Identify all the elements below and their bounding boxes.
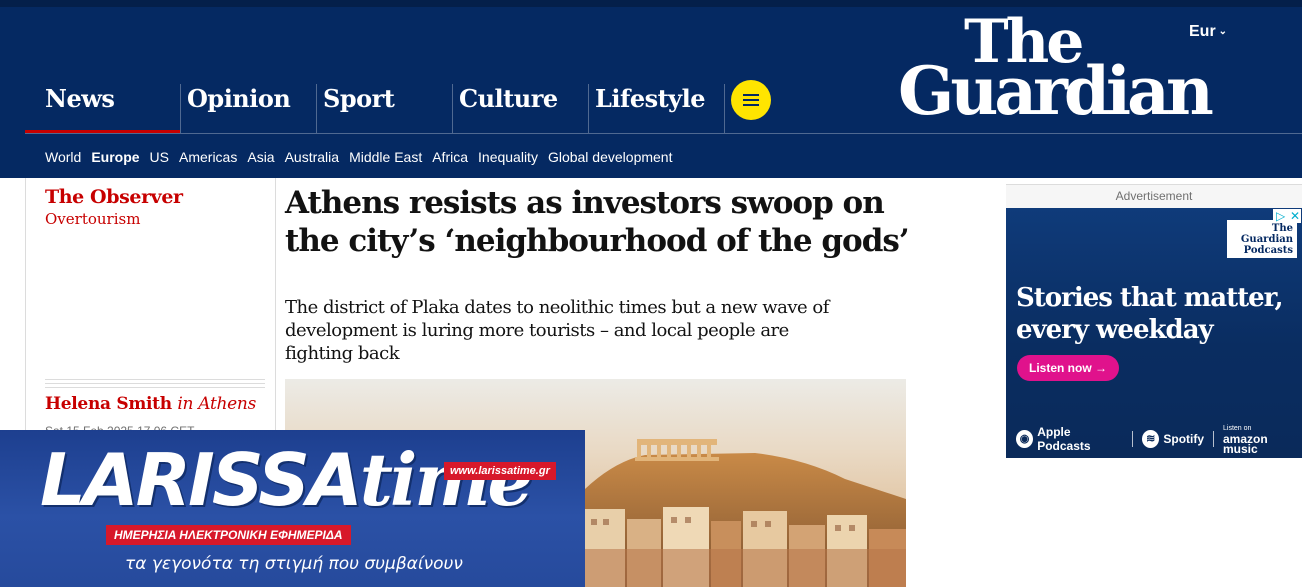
pillar-lifestyle[interactable]: Lifestyle bbox=[588, 84, 724, 134]
subnav-global-development[interactable]: Global development bbox=[548, 149, 673, 165]
article-headline: Athens resists as investors swoop on the… bbox=[285, 185, 910, 259]
top-strip bbox=[0, 0, 1302, 7]
subnav-middle-east[interactable]: Middle East bbox=[349, 149, 422, 165]
pillar-culture[interactable]: Culture bbox=[452, 84, 588, 134]
pillar-divider bbox=[724, 84, 725, 134]
byline-rule bbox=[45, 379, 265, 388]
nav-divider bbox=[25, 133, 1302, 134]
larissatime-banner[interactable]: LARISSAtime www.larissatime.gr ΗΜΕΡΗΣΙΑ … bbox=[0, 430, 585, 587]
advertisement-label: Advertisement bbox=[1006, 184, 1302, 208]
listen-now-button[interactable]: Listen now → bbox=[1017, 355, 1119, 381]
apple-podcasts-icon: ◉ bbox=[1016, 430, 1034, 448]
platform-separator bbox=[1213, 431, 1214, 447]
pillar-sport-label: Sport bbox=[323, 84, 395, 113]
pillar-culture-label: Culture bbox=[459, 84, 558, 113]
spotify-icon: ≋ bbox=[1142, 430, 1160, 448]
pillar-lifestyle-label: Lifestyle bbox=[595, 84, 706, 113]
amazon-music-label: amazon music bbox=[1223, 432, 1268, 456]
spotify-label[interactable]: Spotify bbox=[1163, 432, 1204, 446]
ad-headline: Stories that matter, every weekday bbox=[1016, 283, 1284, 345]
ad-choices-icon: ▷ bbox=[1276, 209, 1286, 223]
byline-name: Helena Smith bbox=[45, 394, 172, 414]
byline[interactable]: Helena Smith in Athens bbox=[45, 394, 256, 414]
pillar-opinion[interactable]: Opinion bbox=[180, 84, 316, 134]
pillar-sport[interactable]: Sport bbox=[316, 84, 452, 134]
subnav-americas[interactable]: Americas bbox=[179, 149, 237, 165]
ad-choices[interactable]: ▷ ✕ bbox=[1273, 209, 1301, 223]
subnav-asia[interactable]: Asia bbox=[247, 149, 274, 165]
guardian-podcasts-logo: The Guardian Podcasts bbox=[1227, 220, 1297, 258]
ad-logo-line-2: Guardian bbox=[1240, 234, 1293, 245]
subnav-europe[interactable]: Europe bbox=[91, 149, 139, 165]
subnav-africa[interactable]: Africa bbox=[432, 149, 468, 165]
subnav-australia[interactable]: Australia bbox=[285, 149, 339, 165]
subnav-world[interactable]: World bbox=[45, 149, 81, 165]
ad-logo-line-3: Podcasts bbox=[1243, 245, 1293, 256]
close-icon[interactable]: ✕ bbox=[1290, 209, 1300, 223]
platform-separator bbox=[1132, 431, 1134, 447]
larissatime-strip: ΗΜΕΡΗΣΙΑ ΗΛΕΚΤΡΟΝΙΚΗ ΕΦΗΜΕΡΙΔΑ bbox=[106, 525, 351, 545]
article-standfirst: The district of Plaka dates to neolithic… bbox=[285, 297, 829, 364]
guardian-logo[interactable]: The Guardian bbox=[898, 10, 1228, 128]
menu-button[interactable] bbox=[731, 80, 771, 120]
podcast-ad[interactable]: The Guardian Podcasts Stories that matte… bbox=[1006, 208, 1302, 458]
pillar-news[interactable]: News bbox=[25, 84, 180, 134]
larissatime-logo: LARISSAtime bbox=[40, 444, 533, 517]
byline-location: in Athens bbox=[177, 394, 256, 414]
larissatime-logo-text-a: LARISSA bbox=[40, 438, 363, 522]
podcast-platforms: ◉ Apple Podcasts ≋ Spotify Listen on ama… bbox=[1016, 424, 1302, 456]
ad-logo-line-1: The bbox=[1271, 223, 1293, 234]
amazon-music-link[interactable]: Listen on amazon music bbox=[1223, 424, 1302, 456]
pillar-news-label: News bbox=[45, 84, 115, 113]
pillar-opinion-label: Opinion bbox=[187, 84, 291, 113]
larissatime-tagline: τα γεγονότα τη στιγμή που συμβαίνουν bbox=[125, 554, 463, 574]
apple-podcasts-label[interactable]: Apple Podcasts bbox=[1037, 425, 1123, 453]
larissatime-url: www.larissatime.gr bbox=[444, 462, 556, 480]
masthead: Eur ⌄ The Guardian News Opinion Sport Cul… bbox=[0, 0, 1302, 178]
subnav-us[interactable]: US bbox=[150, 149, 169, 165]
series-title[interactable]: The Observer bbox=[45, 186, 183, 208]
subnav-inequality[interactable]: Inequality bbox=[478, 149, 538, 165]
sub-nav: World Europe US Americas Asia Australia … bbox=[45, 149, 682, 165]
series-subtitle[interactable]: Overtourism bbox=[45, 210, 140, 228]
logo-line-2: Guardian bbox=[898, 52, 1214, 130]
